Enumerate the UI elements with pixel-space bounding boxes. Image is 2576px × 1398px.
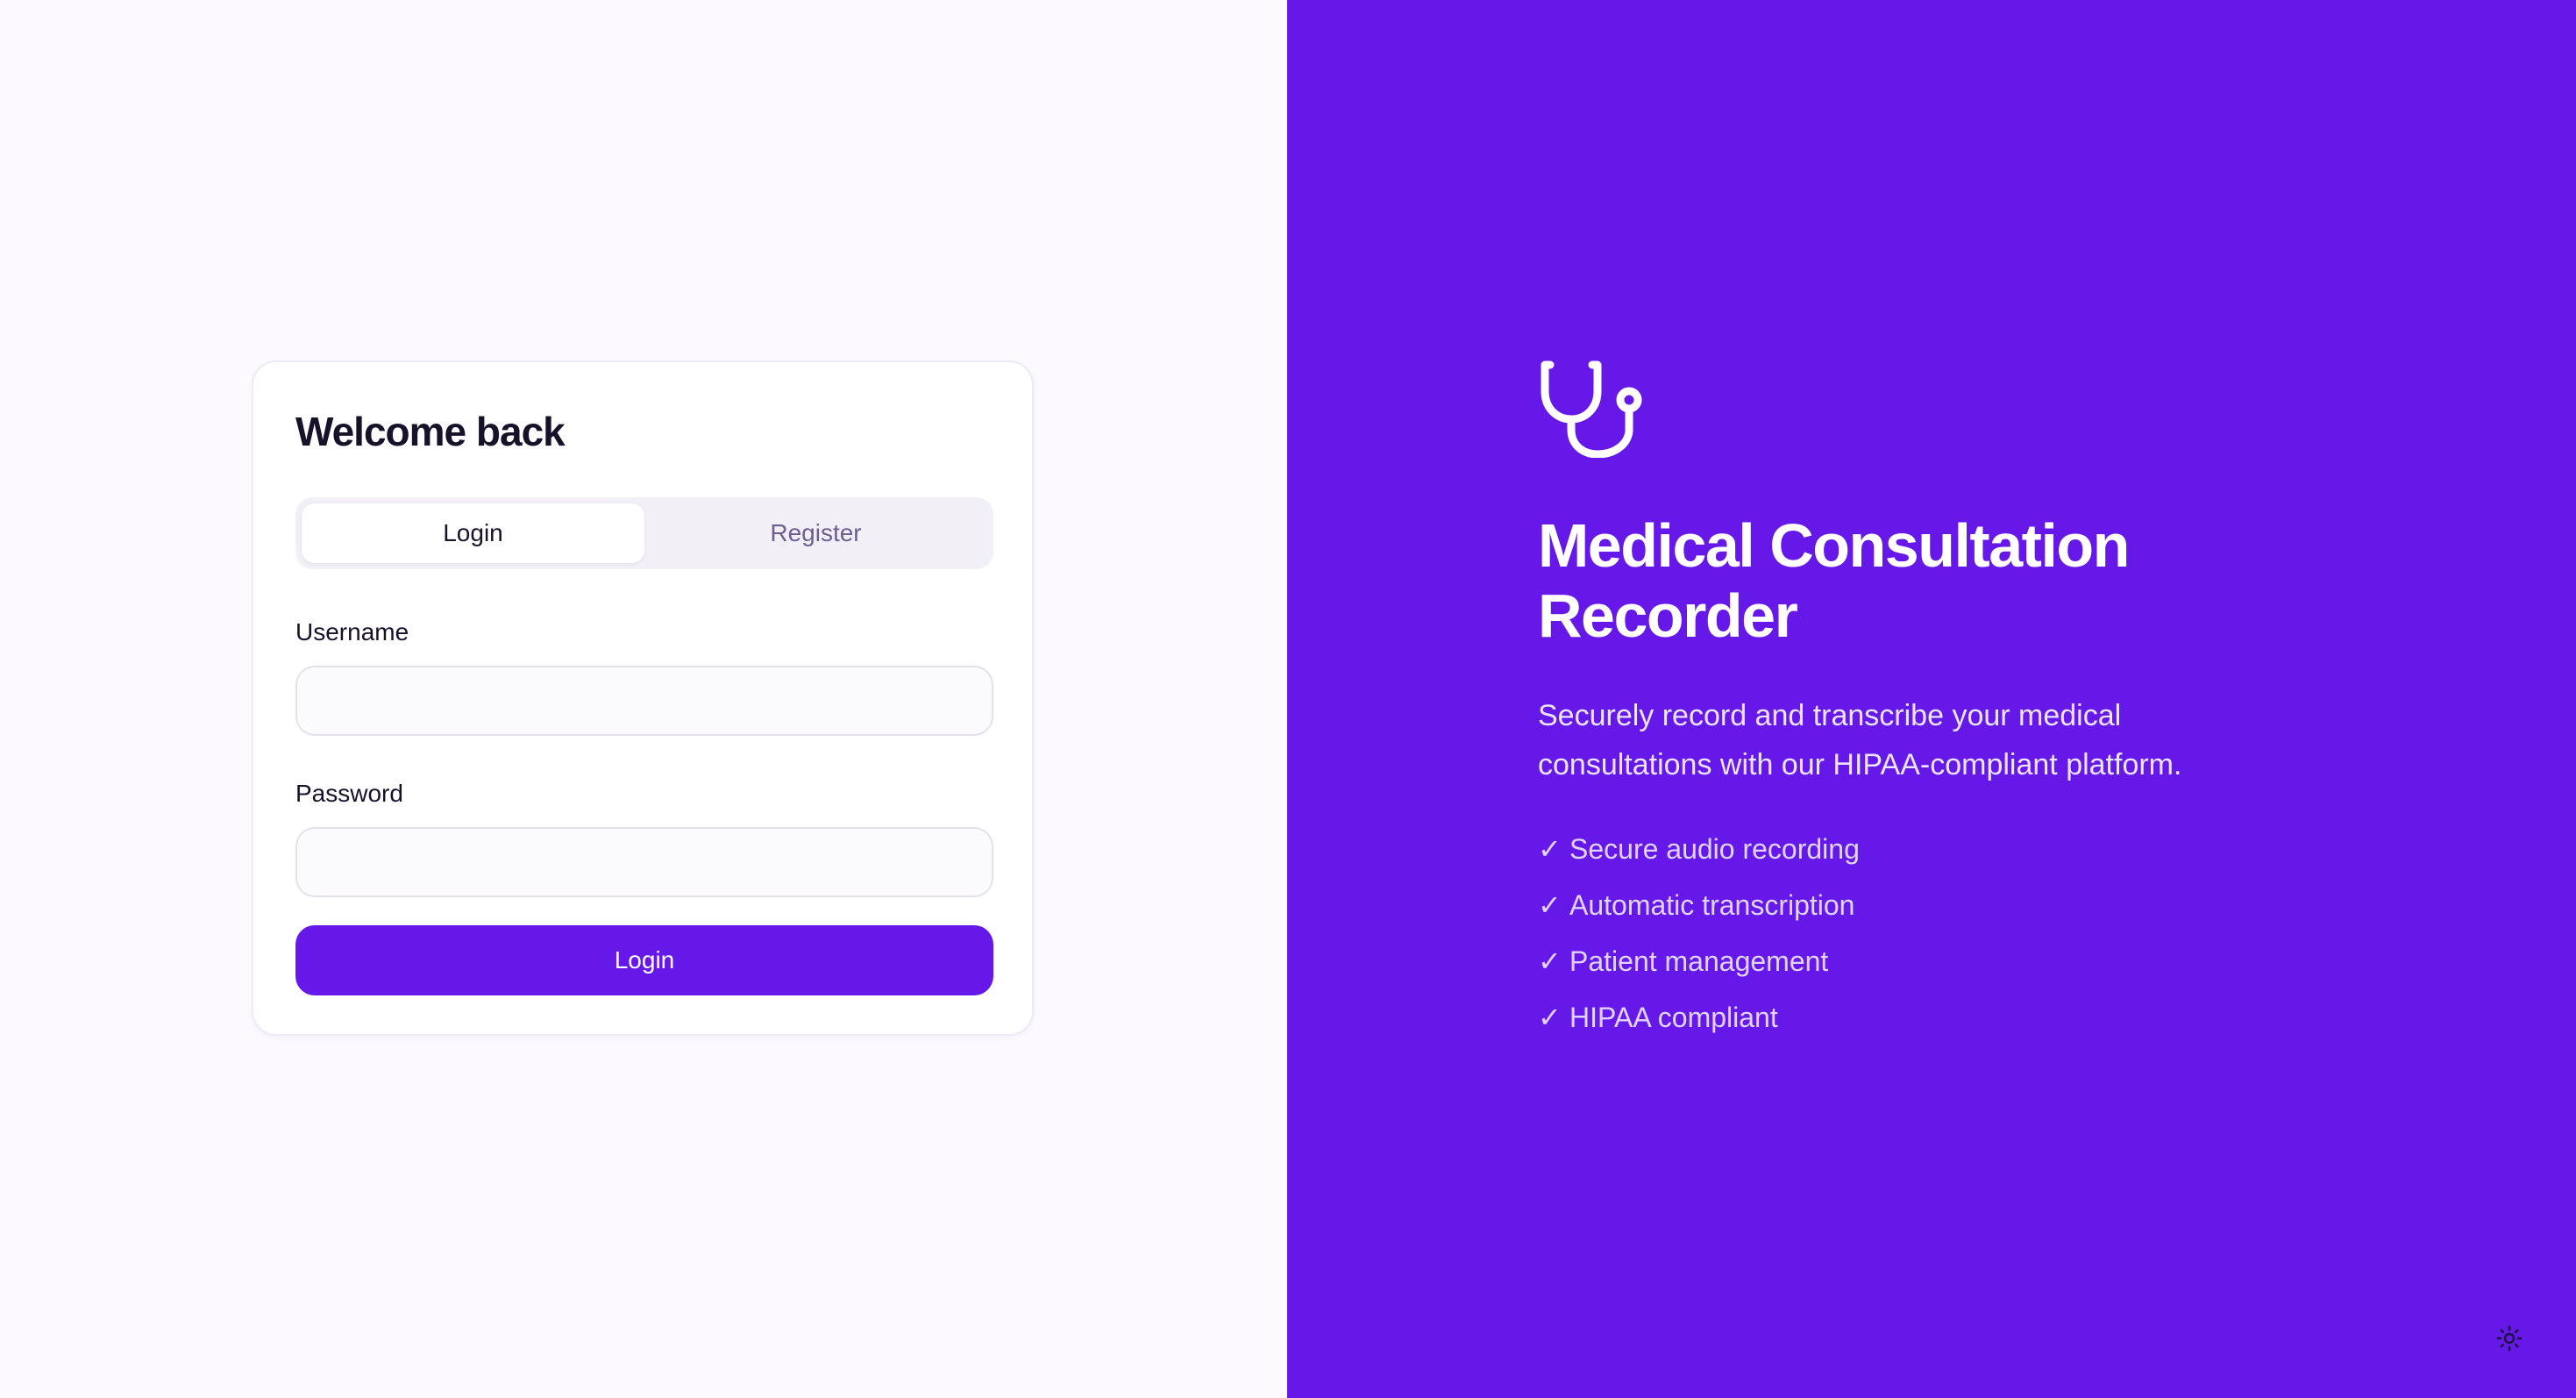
card-title: Welcome back bbox=[295, 409, 566, 454]
feature-label: Patient management bbox=[1569, 945, 1829, 977]
tab-login[interactable]: Login bbox=[302, 503, 644, 563]
feature-item: ✓ Automatic transcription bbox=[1538, 877, 2327, 933]
check-icon: ✓ bbox=[1538, 945, 1562, 977]
stethoscope-icon bbox=[1541, 360, 1642, 458]
hero-section: Medical Consultation Recorder Securely r… bbox=[1538, 354, 2327, 1045]
feature-label: Secure audio recording bbox=[1569, 833, 1860, 865]
theme-toggle-button[interactable] bbox=[2492, 1321, 2527, 1356]
hero-description: Securely record and transcribe your medi… bbox=[1538, 699, 2182, 781]
feature-item: ✓ Patient management bbox=[1538, 933, 2327, 989]
feature-list: ✓ Secure audio recording ✓ Automatic tra… bbox=[1538, 821, 2327, 1045]
login-button[interactable]: Login bbox=[295, 925, 993, 995]
tab-register[interactable]: Register bbox=[644, 503, 987, 563]
hero-title: Medical Consultation Recorder bbox=[1538, 511, 2130, 650]
password-label: Password bbox=[295, 780, 403, 807]
feature-item: ✓ HIPAA compliant bbox=[1538, 989, 2327, 1045]
check-icon: ✓ bbox=[1538, 833, 1562, 865]
check-icon: ✓ bbox=[1538, 889, 1562, 921]
login-card: Welcome back Login Register Username Pas… bbox=[252, 360, 1034, 1036]
sun-icon bbox=[2496, 1325, 2523, 1352]
auth-pane: Welcome back Login Register Username Pas… bbox=[0, 0, 1287, 1398]
check-icon: ✓ bbox=[1538, 1002, 1562, 1033]
hero-pane: Medical Consultation Recorder Securely r… bbox=[1287, 0, 2576, 1398]
username-input[interactable] bbox=[295, 666, 993, 736]
password-input[interactable] bbox=[295, 827, 993, 897]
feature-label: HIPAA compliant bbox=[1569, 1002, 1778, 1033]
auth-tabs: Login Register bbox=[295, 497, 993, 569]
username-label: Username bbox=[295, 618, 409, 646]
feature-label: Automatic transcription bbox=[1569, 889, 1855, 921]
feature-item: ✓ Secure audio recording bbox=[1538, 821, 2327, 877]
